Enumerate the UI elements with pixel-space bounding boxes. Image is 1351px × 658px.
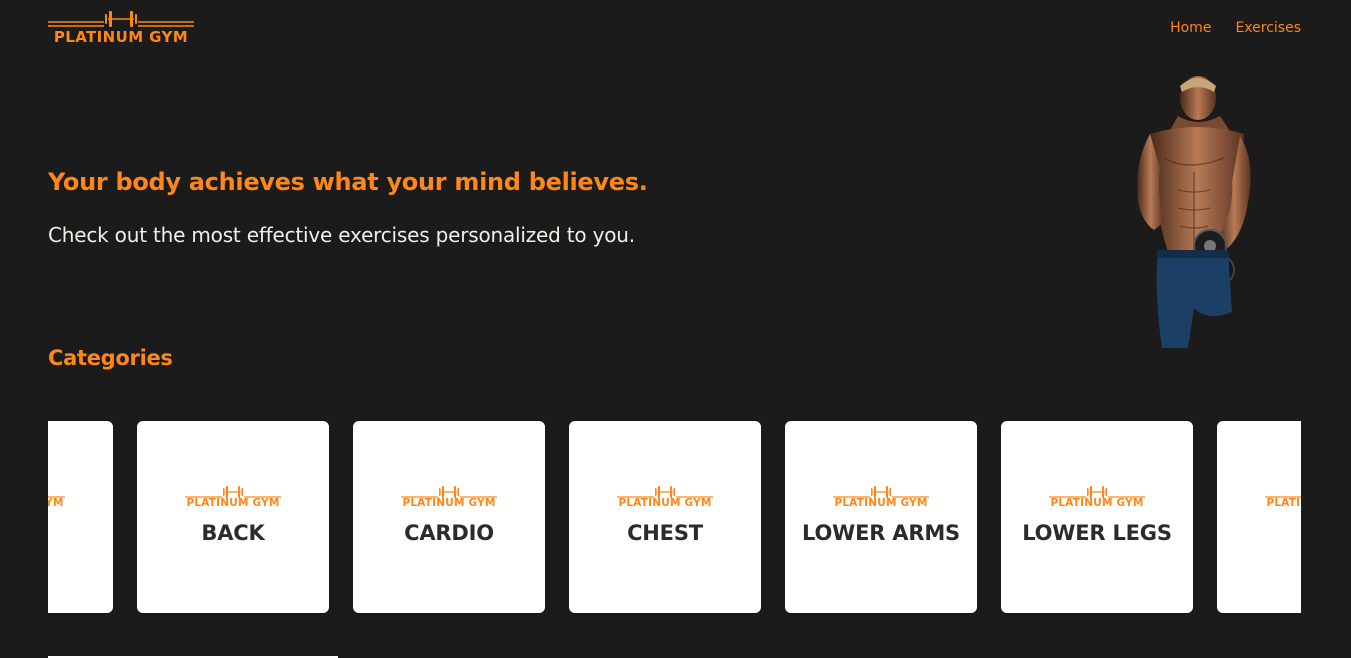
categories-carousel[interactable]: PLATINUM GYM PLATINUM GYM BACK PLATINUM … [48,421,1301,613]
category-card-partial-right[interactable]: PLATINUM GYM N [1217,421,1301,613]
hero-athlete-image [1137,76,1251,348]
brand-name: PLATINUM GYM [53,28,189,46]
nav-exercises-link[interactable]: Exercises [1235,20,1301,36]
nav-home-link[interactable]: Home [1170,20,1211,36]
category-card-label: LOWER ARMS [802,521,960,545]
category-card-label: CARDIO [404,521,494,545]
category-card-brand: PLATINUM GYM [618,497,712,509]
hero-title: Your body achieves what your mind believ… [48,168,648,196]
category-card-brand: PLATINUM GYM [1266,497,1301,509]
top-nav: Home Exercises [1170,20,1301,36]
category-card-lower-legs[interactable]: PLATINUM GYM LOWER LEGS [1001,421,1193,613]
category-card-lower-arms[interactable]: PLATINUM GYM LOWER ARMS [785,421,977,613]
category-card-brand: PLATINUM GYM [1050,497,1144,509]
hero-subtitle: Check out the most effective exercises p… [48,223,635,247]
category-card-label: CHEST [627,521,703,545]
category-card-brand: PLATINUM GYM [186,497,280,509]
category-card-brand: PLATINUM GYM [48,497,64,509]
dumbbell-icon [48,11,194,27]
category-card-label: LOWER LEGS [1022,521,1172,545]
categories-heading: Categories [48,346,173,370]
brand-logo[interactable]: PLATINUM GYM [48,10,194,48]
category-card-cardio[interactable]: PLATINUM GYM CARDIO [353,421,545,613]
category-card-brand: PLATINUM GYM [402,497,496,509]
category-card-label: BACK [201,521,265,545]
category-card-chest[interactable]: PLATINUM GYM CHEST [569,421,761,613]
category-card-label: N [1217,521,1301,545]
category-card-back[interactable]: PLATINUM GYM BACK [137,421,329,613]
category-card-partial-left[interactable]: PLATINUM GYM [48,421,113,613]
category-card-brand: PLATINUM GYM [834,497,928,509]
